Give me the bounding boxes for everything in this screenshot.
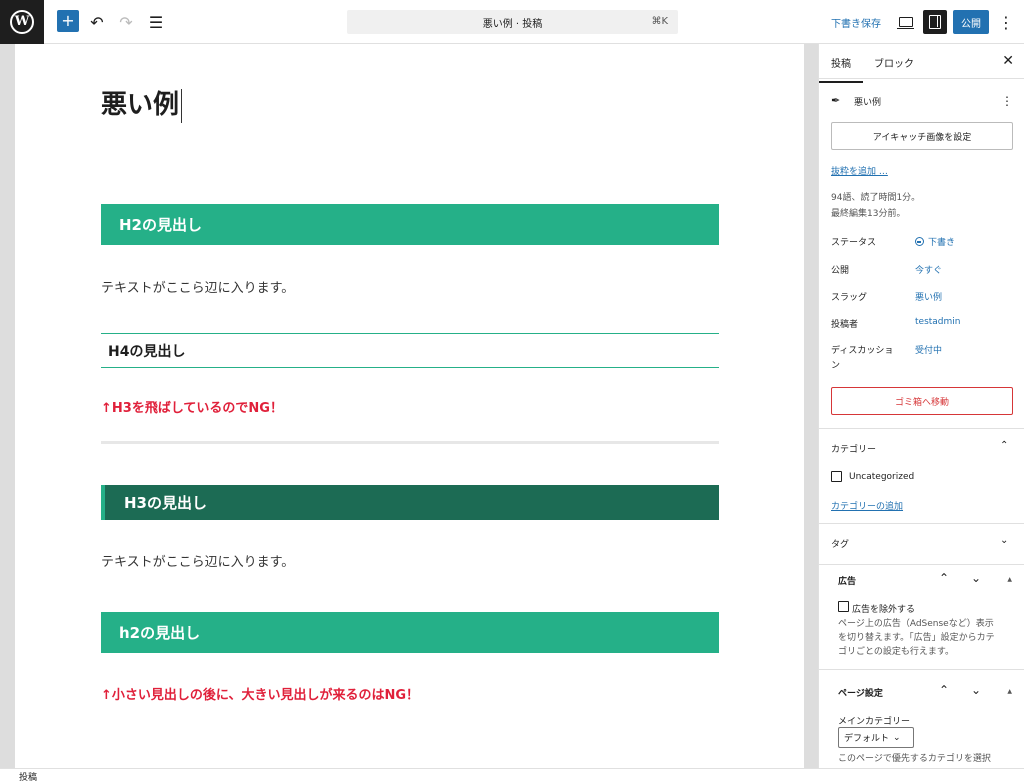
heading-block-h2-second[interactable]: h2の見出し [101,612,719,653]
discussion-label: ディスカッショ [831,346,894,356]
move-down-icon[interactable]: ⌄ [971,571,981,585]
post-summary-title: 悪い例 [854,98,882,108]
move-up-icon[interactable]: ⌃ [939,571,949,585]
tab-post[interactable]: 投稿 [819,55,863,83]
editor-toolbar: W + ↶ ↷ ☰ 悪い例 · 投稿 ⌘K 下書き保存 公開 ⋮ [0,0,1024,44]
heading-block-h2[interactable]: H2の見出し [101,204,719,245]
wordpress-logo-button[interactable]: W [0,0,44,44]
move-down-icon[interactable]: ⌄ [971,683,981,697]
breadcrumb-item[interactable]: 投稿 [19,770,37,783]
editor-canvas: 悪い例 H2の見出し テキストがここら辺に入ります。 H4の見出し ↑H3を飛ば… [15,44,804,768]
post-feather-icon: ✒ [831,94,841,107]
slug-label: スラッグ [831,293,868,303]
panel-toggle-icon[interactable]: ▲ [1007,688,1012,695]
editor-canvas-area: 悪い例 H2の見出し テキストがここら辺に入ります。 H4の見出し ↑H3を飛ば… [0,44,818,768]
tab-block[interactable]: ブロック [874,55,914,70]
chevron-down-icon[interactable]: ⌄ [1000,535,1008,546]
ads-description-3: ゴリごとの設定も行えます。 [838,647,955,657]
heading-block-h3[interactable]: H3の見出し [101,485,719,520]
set-featured-image-button[interactable]: アイキャッチ画像を設定 [831,122,1013,150]
word-count: 94語、読了時間1分。 [831,193,921,203]
command-title: 悪い例 · 投稿 [482,18,543,30]
page-settings-description: このページで優先するカテゴリを選択 [838,754,991,764]
add-excerpt-link[interactable]: 抜粋を追加 … [831,164,888,177]
preview-device-icon[interactable] [894,10,918,34]
status-value[interactable]: 下書き [915,235,955,248]
panel-divider [819,428,1024,429]
block-inserter-button[interactable]: + [57,10,79,32]
exclude-ads-label: 広告を除外する [852,605,916,615]
publish-date-value[interactable]: 今すぐ [915,263,942,276]
panel-toggle-icon[interactable]: ▲ [1007,576,1012,583]
main-category-label: メインカテゴリー [838,717,911,727]
discussion-label-cont: ン [831,361,841,371]
ads-panel-title: 広告 [838,577,857,587]
settings-sidebar-toggle-icon[interactable] [923,10,947,34]
main-category-select[interactable]: デフォルト ⌄ [838,727,914,748]
close-icon[interactable]: ✕ [1002,53,1014,69]
category-checkbox[interactable] [831,471,842,482]
publish-label: 公開 [831,266,850,276]
category-label: Uncategorized [849,472,915,482]
ng-note[interactable]: ↑H3を飛ばしているのでNG！ [101,397,283,416]
block-breadcrumb[interactable]: 投稿 [0,768,1024,784]
author-value[interactable]: testadmin [915,317,960,327]
categories-panel-title[interactable]: カテゴリー [831,442,876,455]
publish-button[interactable]: 公開 [953,10,989,34]
panel-divider [819,669,1024,670]
document-overview-icon[interactable]: ☰ [144,10,168,34]
post-title[interactable]: 悪い例 [101,84,183,123]
paragraph-block[interactable]: テキストがここら辺に入ります。 [101,277,294,296]
command-palette-bar[interactable]: 悪い例 · 投稿 ⌘K [347,10,678,34]
discussion-value[interactable]: 受付中 [915,343,942,356]
tags-panel-title[interactable]: タグ [831,537,849,550]
separator-block[interactable] [101,441,719,444]
post-more-icon[interactable]: ⋮ [1001,94,1013,108]
exclude-ads-checkbox[interactable] [838,601,849,612]
page-settings-title: ページ設定 [838,689,883,699]
move-to-trash-button[interactable]: ゴミ箱へ移動 [831,387,1013,415]
text-caret [181,88,183,123]
wordpress-icon: W [10,9,34,34]
panel-divider [819,564,1024,565]
chevron-down-icon: ⌄ [893,732,901,743]
save-draft-button[interactable]: 下書き保存 [831,15,881,30]
ads-description-2: を切り替えます。「広告」設定からカテ [838,633,995,643]
add-category-link[interactable]: カテゴリーの追加 [831,499,903,512]
panel-divider [819,523,1024,524]
ads-description: ページ上の広告（AdSenseなど）表示 [838,619,994,629]
status-label: ステータス [831,238,877,248]
paragraph-block[interactable]: テキストがここら辺に入ります。 [101,551,294,570]
settings-sidebar: 投稿 ブロック ✕ ✒ 悪い例 ⋮ アイキャッチ画像を設定 抜粋を追加 … 94… [818,44,1024,768]
sidebar-tabs: 投稿 ブロック ✕ [819,44,1024,83]
last-edited: 最終編集13分前。 [831,209,906,219]
command-shortcut: ⌘K [651,16,668,27]
redo-icon[interactable]: ↷ [114,10,138,34]
ng-note-second[interactable]: ↑小さい見出しの後に、大きい見出しが来るのはNG！ [101,684,419,703]
heading-block-h4[interactable]: H4の見出し [101,333,719,368]
slug-value[interactable]: 悪い例 [915,290,942,303]
author-label: 投稿者 [831,320,859,330]
undo-icon[interactable]: ↶ [85,10,109,34]
draft-status-icon [915,237,924,246]
more-options-icon[interactable]: ⋮ [994,10,1018,34]
chevron-up-icon[interactable]: ⌃ [1000,440,1008,451]
move-up-icon[interactable]: ⌃ [939,683,949,697]
